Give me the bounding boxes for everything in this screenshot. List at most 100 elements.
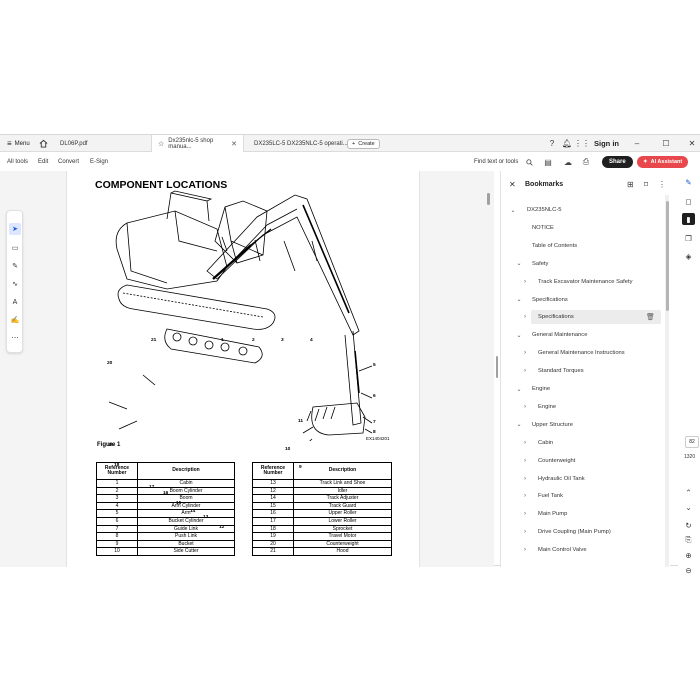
chevron-down-icon[interactable]: ⌄ xyxy=(515,421,523,428)
chevron-right-icon[interactable]: › xyxy=(521,279,529,285)
chevron-down-icon[interactable]: ⌄ xyxy=(682,501,695,513)
chevron-up-icon[interactable]: ⌃ xyxy=(682,486,695,498)
sign-in-button[interactable]: Sign in xyxy=(594,135,619,152)
chevron-right-icon[interactable]: › xyxy=(521,314,529,320)
menu-all-tools[interactable]: All tools xyxy=(7,153,28,171)
bookmark-item[interactable]: › Specifications 🗑︎ xyxy=(501,310,665,325)
bookmark-item[interactable]: ⌄ Engine xyxy=(501,382,665,396)
chevron-right-icon[interactable]: › xyxy=(521,493,529,499)
bookmark-icon[interactable]: ⌑ xyxy=(644,171,648,197)
star-icon[interactable]: ☆ xyxy=(158,140,164,148)
bookmarks-scroll-thumb[interactable] xyxy=(665,201,669,311)
save-copy-icon[interactable]: ⎘ xyxy=(682,534,695,546)
fill-sign-icon[interactable]: ✍ xyxy=(9,314,21,326)
search-icon[interactable] xyxy=(523,153,535,171)
chevron-right-icon[interactable]: › xyxy=(521,458,529,464)
bookmark-item[interactable]: › Main Control Valve xyxy=(501,543,665,557)
comment-add-icon[interactable]: ▭ xyxy=(9,242,21,254)
find-text-button[interactable]: Find text or tools xyxy=(474,153,518,171)
bookmark-item[interactable]: NOTICE xyxy=(501,221,665,235)
apps-grid-icon[interactable]: ⋮⋮ xyxy=(574,135,590,152)
delete-bookmark-icon[interactable]: 🗑︎ xyxy=(646,313,655,321)
chevron-right-icon[interactable]: › xyxy=(521,547,529,553)
callout-4: 4 xyxy=(310,338,313,343)
reference-table-left: Reference Number Description 1 Cabin 2 Boom… xyxy=(96,462,235,556)
maximize-icon[interactable]: ☐ xyxy=(659,135,673,152)
menu-button[interactable]: ≡ Menu xyxy=(7,135,30,152)
bookmark-item[interactable]: › Drive Coupling (Main Pump) xyxy=(501,525,665,539)
close-panel-icon[interactable]: ✕ xyxy=(509,171,516,197)
chevron-right-icon[interactable]: › xyxy=(521,350,529,356)
text-box-icon[interactable]: A xyxy=(9,296,21,308)
chevron-right-icon[interactable]: › xyxy=(521,511,529,517)
layers-icon[interactable]: ◈ xyxy=(682,250,695,262)
bookmark-item[interactable]: › Main Pump xyxy=(501,507,665,521)
more-tools-icon[interactable]: ⋯ xyxy=(9,332,21,344)
bookmarks-panel-icon[interactable]: ▮ xyxy=(682,213,695,225)
bookmark-item[interactable]: › Standard Torques xyxy=(501,364,665,378)
add-bookmark-icon[interactable]: ⊞ xyxy=(627,171,634,197)
bookmark-item[interactable]: › Track Excavator Maintenance Safety xyxy=(501,275,665,289)
chevron-down-icon[interactable]: ⌄ xyxy=(515,386,523,393)
help-icon[interactable]: ? xyxy=(545,135,559,152)
zoom-in-icon[interactable]: ⊕ xyxy=(682,549,695,561)
chevron-right-icon[interactable]: › xyxy=(521,440,529,446)
highlight-pen-icon[interactable]: ✎ xyxy=(9,260,21,272)
create-tab-button[interactable]: + Create xyxy=(347,138,380,149)
panel-resize-handle[interactable] xyxy=(496,356,498,378)
zoom-out-icon[interactable]: ⊖ xyxy=(682,564,695,576)
tab-operation-manual[interactable]: DX235LC-5 DX235NLC-5 operati... xyxy=(248,135,354,152)
chevron-down-icon[interactable]: ⌄ xyxy=(515,332,523,339)
tab-dl06p[interactable]: DL06P.pdf xyxy=(54,135,94,152)
table-row: 1 Cabin xyxy=(96,479,235,488)
comments-icon[interactable]: ◻ xyxy=(682,195,695,207)
close-window-icon[interactable]: ✕ xyxy=(685,135,699,152)
ref-number-cell: 3 xyxy=(96,494,138,503)
bookmark-item[interactable]: › Cabin xyxy=(501,436,665,450)
bookmark-item[interactable]: Table of Contents xyxy=(501,239,665,253)
bookmark-item[interactable]: ⌄ Specifications xyxy=(501,293,665,307)
chevron-down-icon[interactable]: ⌄ xyxy=(515,260,523,267)
bookmark-item[interactable]: › Hydraulic Oil Tank xyxy=(501,472,665,486)
select-cursor-icon[interactable]: ➤ xyxy=(9,223,21,235)
bookmark-item[interactable]: ⌄ General Maintenance xyxy=(501,328,665,342)
bookmark-item[interactable]: ⌄ DX235NLC-5 xyxy=(501,203,665,217)
bookmark-label: NOTICE xyxy=(532,224,554,231)
bookmark-item[interactable]: › Fuel Tank xyxy=(501,489,665,503)
share-button[interactable]: Share xyxy=(602,156,633,168)
table-row: 4 Arm Cylinder xyxy=(96,501,235,511)
bookmark-item[interactable]: ⌄ Safety xyxy=(501,257,665,271)
home-icon[interactable] xyxy=(39,135,48,152)
document-scrollbar-thumb[interactable] xyxy=(487,193,490,205)
bookmark-item[interactable]: › Counterweight xyxy=(501,454,665,468)
draw-freehand-icon[interactable]: ∿ xyxy=(9,278,21,290)
ref-number-cell: 19 xyxy=(252,532,294,541)
bell-icon[interactable]: 🔔︎ xyxy=(560,135,574,152)
current-page-input[interactable]: 82 xyxy=(685,436,699,448)
page-thumbnails-icon[interactable]: ❐ xyxy=(682,232,695,244)
minimize-icon[interactable]: – xyxy=(630,135,644,152)
upload-cloud-icon[interactable]: ☁ xyxy=(562,153,574,171)
menu-esign[interactable]: E-Sign xyxy=(90,153,108,171)
figure-code: EX1404201 xyxy=(366,436,390,441)
more-options-icon[interactable]: ⋮ xyxy=(658,171,666,197)
close-tab-icon[interactable]: ✕ xyxy=(231,140,237,148)
menu-convert[interactable]: Convert xyxy=(58,153,79,171)
chevron-down-icon[interactable]: ⌄ xyxy=(515,296,523,303)
chevron-down-icon[interactable]: ⌄ xyxy=(509,207,517,214)
ai-assistant-button[interactable]: ✦ AI Assistant xyxy=(637,156,689,168)
chevron-right-icon[interactable]: › xyxy=(521,368,529,374)
tab-shop-manual[interactable]: ☆ Dx235nlc-5 shop manua... ✕ xyxy=(151,135,244,152)
calendar-icon[interactable]: ▤ xyxy=(542,153,554,171)
menu-edit[interactable]: Edit xyxy=(38,153,48,171)
print-icon[interactable]: ⎙ xyxy=(580,153,592,171)
bookmarks-scrollbar[interactable] xyxy=(665,195,669,567)
chevron-right-icon[interactable]: › xyxy=(521,476,529,482)
edit-pdf-icon[interactable]: ✎ xyxy=(682,176,695,188)
bookmark-item[interactable]: ⌄ Upper Structure xyxy=(501,418,665,432)
bookmark-item[interactable]: › Engine xyxy=(501,400,665,414)
rotate-icon[interactable]: ↻ xyxy=(682,519,695,531)
chevron-right-icon[interactable]: › xyxy=(521,529,529,535)
bookmark-item[interactable]: › General Maintenance Instructions xyxy=(501,346,665,360)
chevron-right-icon[interactable]: › xyxy=(521,404,529,410)
